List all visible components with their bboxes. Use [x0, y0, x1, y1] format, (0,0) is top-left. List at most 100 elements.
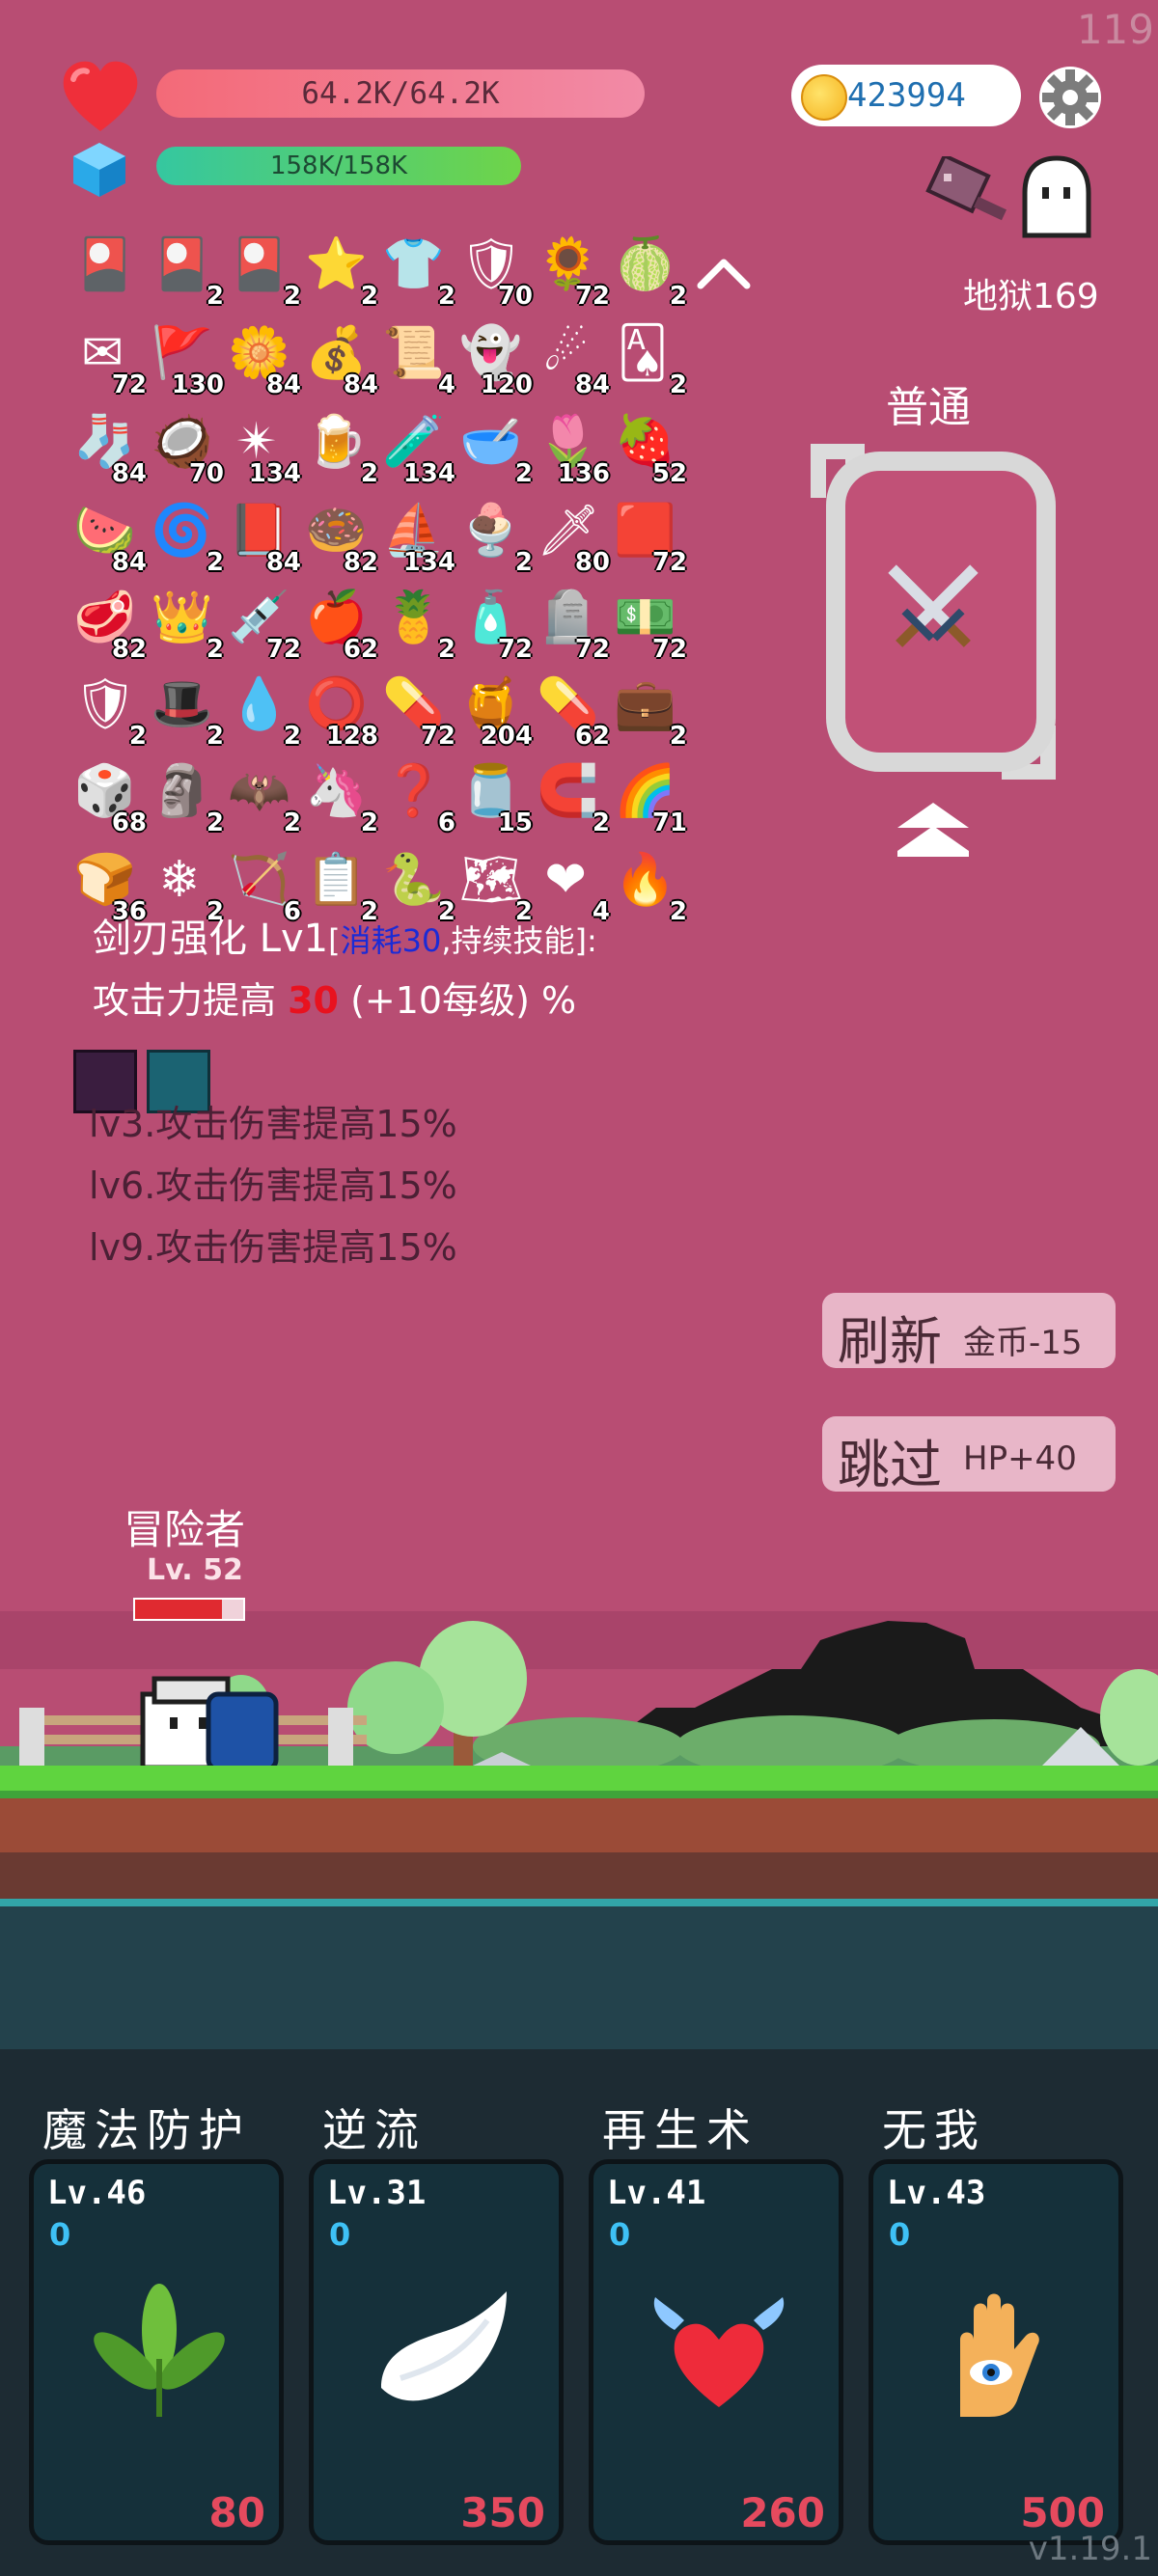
inventory-item[interactable]: 🦄 2 [299, 758, 378, 837]
card-icon: 🎴 [228, 235, 290, 293]
inventory-item[interactable]: 🧪 134 [376, 409, 455, 488]
skill-count: 0 [329, 2216, 351, 2253]
inventory-item[interactable]: 🌷 136 [531, 409, 610, 488]
inventory-item[interactable]: 🎴 2 [145, 232, 224, 311]
inventory-item[interactable]: 🗡 80 [531, 498, 610, 577]
inventory-item[interactable]: 🍎 62 [299, 585, 378, 664]
inventory-item[interactable]: 🍺 2 [299, 409, 378, 488]
inventory-item[interactable]: 🌀 2 [145, 498, 224, 577]
inventory-item[interactable]: 🍍 2 [376, 585, 455, 664]
inventory-item[interactable]: 🎩 2 [145, 671, 224, 751]
inventory-item[interactable]: 🧦 84 [68, 409, 147, 488]
inventory-item[interactable]: 🫙 15 [454, 758, 533, 837]
inventory-item[interactable]: ⛵ 134 [376, 498, 455, 577]
skill-count: 0 [609, 2216, 631, 2253]
inventory-item[interactable]: 💊 72 [376, 671, 455, 751]
skill-card-name: 逆流 [322, 2104, 427, 2156]
skill-effect-value: 30 [288, 979, 339, 1022]
ghost-icon[interactable] [1017, 154, 1096, 239]
inventory-item[interactable]: 🧴 72 [454, 585, 533, 664]
inventory-item[interactable]: 👕 2 [376, 232, 455, 311]
hero-sprite [140, 1676, 279, 1772]
bonus-line: lv3.攻击伤害提高15% [89, 1103, 457, 1145]
bonus-line: lv6.攻击伤害提高15% [89, 1165, 457, 1207]
stage-label: 地狱169 [963, 277, 1099, 316]
item-count: 70 [188, 459, 224, 488]
inventory-item[interactable]: 💊 62 [531, 671, 610, 751]
inventory-item[interactable]: ⭕ 128 [299, 671, 378, 751]
inventory-item[interactable]: 🥩 82 [68, 585, 147, 664]
item-count: 120 [480, 370, 533, 399]
inventory-item[interactable]: 🪦 72 [531, 585, 610, 664]
skill-effect-line: 攻击力提高 30 (+10每级) % [93, 971, 576, 1024]
inventory-item[interactable]: 🎴 [68, 232, 143, 307]
inventory-item[interactable]: 🚩 130 [145, 320, 224, 399]
inventory-item[interactable]: ❓ 6 [376, 758, 455, 837]
skill-card[interactable]: Lv.43 0 500 [868, 2159, 1123, 2545]
inventory-item[interactable]: 👻 120 [454, 320, 533, 399]
upgrade-arrow-icon[interactable] [896, 801, 971, 859]
inventory-item[interactable]: 🍉 84 [68, 498, 147, 577]
inventory-item[interactable]: 🍈 2 [608, 232, 687, 311]
inventory-item[interactable]: 📜 4 [376, 320, 455, 399]
inventory-item[interactable]: 💉 72 [222, 585, 301, 664]
inventory-item[interactable]: ☄ 84 [531, 320, 610, 399]
skill-card[interactable]: Lv.31 0 350 [309, 2159, 564, 2545]
inventory-item[interactable]: 🛡 2 [68, 671, 147, 751]
skill-cost: 消耗30 [340, 922, 442, 959]
gear-icon[interactable] [1034, 62, 1106, 133]
bat-icon: 🦇 [228, 762, 290, 820]
skill-effect-pre: 攻击力提高 [93, 979, 289, 1022]
inventory-item[interactable]: 🧲 2 [531, 758, 610, 837]
skill-card[interactable]: Lv.46 0 80 [29, 2159, 284, 2545]
inventory-item[interactable]: 🦇 2 [222, 758, 301, 837]
item-count: 204 [480, 722, 533, 751]
inventory-item[interactable]: ✴ 134 [222, 409, 301, 488]
inventory-item[interactable]: 🍩 82 [299, 498, 378, 577]
item-count: 72 [651, 548, 687, 577]
item-count: 80 [574, 548, 610, 577]
skip-button[interactable]: 跳过 HP+40 [822, 1416, 1116, 1495]
inventory-item[interactable]: 📕 84 [222, 498, 301, 577]
inventory-item[interactable]: 🟥 72 [608, 498, 687, 577]
inventory-item[interactable]: 🔥 2 [608, 847, 687, 926]
inventory-item[interactable]: 🂡 2 [608, 320, 687, 399]
skill-card-name: 魔法防护 [42, 2104, 251, 2156]
inventory-item[interactable]: 🌼 84 [222, 320, 301, 399]
inventory-item[interactable]: 🗿 2 [145, 758, 224, 837]
refresh-button[interactable]: 刷新 金币-15 [822, 1293, 1116, 1372]
inventory-item[interactable]: 🌻 72 [531, 232, 610, 311]
inventory-item[interactable]: 🥣 2 [454, 409, 533, 488]
mana-gem-icon [73, 143, 125, 197]
inventory-item[interactable]: ✉ 72 [68, 320, 147, 399]
fire-icon: 🔥 [614, 851, 676, 909]
inventory-item[interactable]: 🌈 71 [608, 758, 687, 837]
inventory-item[interactable]: 👑 2 [145, 585, 224, 664]
durian-icon: 🍈 [614, 235, 676, 293]
inventory-item[interactable]: 💼 2 [608, 671, 687, 751]
mode-button[interactable] [807, 440, 1060, 783]
inventory-item[interactable]: 🥥 70 [145, 409, 224, 488]
hero-hp-bar [133, 1598, 245, 1621]
item-count: 134 [248, 459, 301, 488]
item-count: 62 [343, 635, 378, 664]
chevron-up-icon[interactable] [695, 253, 753, 291]
hero-name: 冒险者 [124, 1506, 246, 1553]
item-count: 2 [669, 370, 687, 399]
inventory-item[interactable]: 🍯 204 [454, 671, 533, 751]
map-icon: 🗺 [459, 851, 524, 909]
inventory-item[interactable]: 🎴 2 [222, 232, 301, 311]
skip-bonus: HP+40 [963, 1439, 1077, 1478]
inventory-item[interactable]: 🎲 68 [68, 758, 147, 837]
skill-card[interactable]: Lv.41 0 260 [589, 2159, 843, 2545]
item-count: 2 [669, 722, 687, 751]
inventory-item[interactable]: 💰 84 [299, 320, 378, 399]
inventory-item[interactable]: 🍨 2 [454, 498, 533, 577]
inventory-item[interactable]: 🍓 52 [608, 409, 687, 488]
skill-count: 0 [889, 2216, 911, 2253]
inventory-item[interactable]: 💧 2 [222, 671, 301, 751]
inventory-item[interactable]: 🛡 70 [454, 232, 533, 311]
inventory-item[interactable]: 💵 72 [608, 585, 687, 664]
cleaver-icon[interactable] [924, 156, 1009, 233]
inventory-item[interactable]: ⭐ 2 [299, 232, 378, 311]
